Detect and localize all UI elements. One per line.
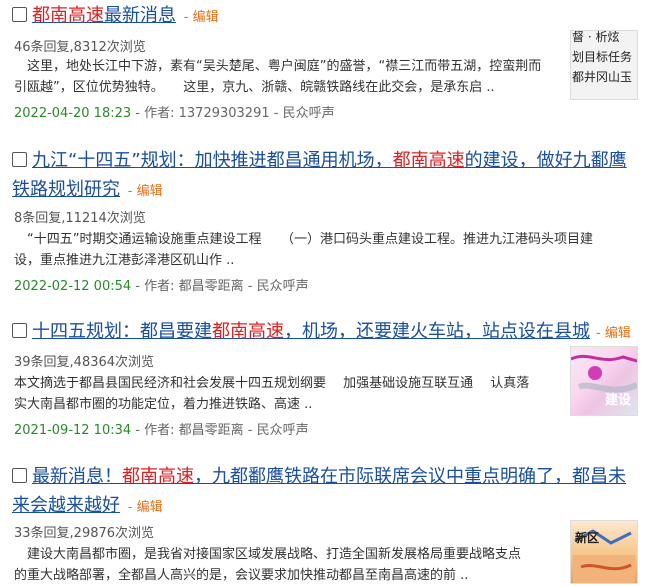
result-thumbnail[interactable]: 新区 (570, 520, 638, 584)
search-results-list: 都南高速最新消息 - 编辑 46条回复,8312次浏览 这里，地处长江中下游，素… (0, 0, 650, 584)
author-info: - 作者: 都昌零距离 - 民众呼声 (135, 423, 309, 438)
checkbox-icon[interactable] (12, 7, 27, 22)
result-excerpt: 建设大南昌都市圈，是我省对接国家区域发展战略、打造全国新发展格局重要战略支点 的… (14, 547, 522, 583)
author-info: - 作者: 13729303291 - 民众呼声 (135, 106, 335, 121)
result-thumbnail[interactable]: 督 · 析炫 划目标任务 都井冈山玉 (570, 30, 638, 100)
result-meta: 2022-02-12 00:54 - 作者: 都昌零距离 - 民众呼声 (14, 275, 309, 294)
reply-view-stats: 39条回复,48364次浏览 (14, 355, 155, 370)
checkbox-icon[interactable] (12, 468, 27, 483)
result-excerpt: “十四五”时期交通运输设施重点建设工程 （一）港口码头重点建设工程。推进九江港码… (14, 232, 593, 268)
edit-link[interactable]: - 编辑 (596, 326, 631, 341)
reply-view-stats: 8条回复,11214次浏览 (14, 211, 146, 226)
result-thumbnail[interactable]: 建设 (570, 346, 638, 416)
result-title-link[interactable]: 都南高速最新消息 (32, 5, 176, 26)
result-title-link[interactable]: 十四五规划：都昌要建都南高速，机场，还要建火车站，站点设在县城 (32, 321, 590, 342)
reply-view-stats: 33条回复,29876次浏览 (14, 526, 155, 541)
result-title-link[interactable]: 九江“十四五”规划：加快推进都昌通用机场，都南高速的建设，做好九鄱鹰 铁路规划研究 (12, 150, 627, 200)
result-meta: 2022-04-20 18:23 - 作者: 13729303291 - 民众呼… (14, 102, 335, 121)
edit-link[interactable]: - 编辑 (128, 500, 163, 515)
result-excerpt: 这里，地处长江中下游，素有“吴头楚尾、粤户闽庭”的盛誉，“襟三江而带五湖，控蛮荆… (14, 59, 542, 95)
title-text: 最新消息 (104, 5, 176, 26)
result-meta: 2021-09-12 10:34 - 作者: 都昌零距离 - 民众呼声 (14, 419, 309, 438)
checkbox-icon[interactable] (12, 152, 27, 167)
result-excerpt: 本文摘选于都昌县国民经济和社会发展十四五规划纲要 加强基础设施互联互通 认真落 … (14, 376, 530, 412)
author-info: - 作者: 都昌零距离 - 民众呼声 (135, 279, 309, 294)
edit-link[interactable]: - 编辑 (128, 184, 163, 199)
reply-view-stats: 46条回复,8312次浏览 (14, 40, 146, 55)
post-date: 2021-09-12 10:34 (14, 423, 132, 438)
post-date: 2022-04-20 18:23 (14, 106, 132, 121)
checkbox-icon[interactable] (12, 323, 27, 338)
title-highlight: 都南高速 (32, 5, 104, 26)
result-title-link[interactable]: 最新消息！都南高速，九都鄱鹰铁路在市际联席会议中重点明确了，都昌未 来会越来越好 (12, 466, 626, 516)
edit-link[interactable]: - 编辑 (184, 10, 219, 25)
post-date: 2022-02-12 00:54 (14, 279, 132, 294)
